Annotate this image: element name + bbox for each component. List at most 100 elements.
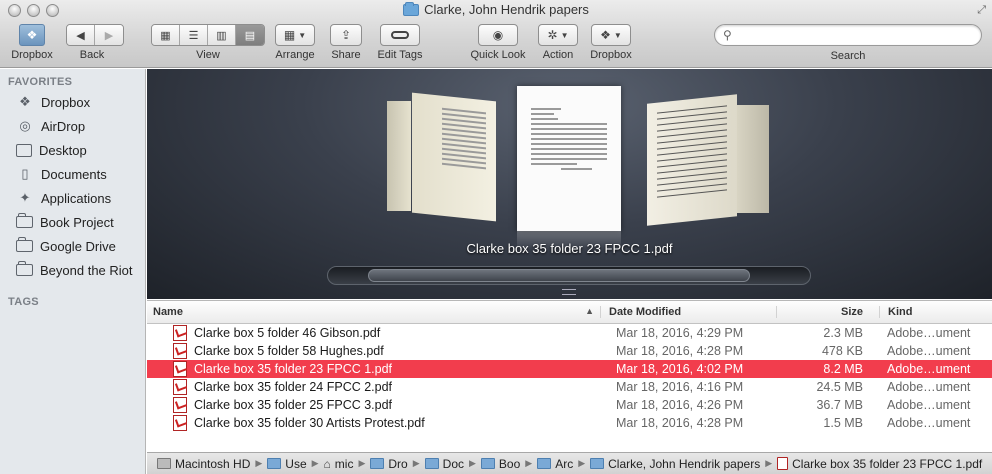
share-control: ⇪ Share	[330, 24, 362, 61]
folder-icon	[403, 1, 420, 16]
folder-icon	[590, 458, 605, 469]
list-header: Name ▲ Date Modified Size Kind	[147, 300, 992, 324]
file-date: Mar 18, 2016, 4:16 PM	[616, 380, 744, 394]
file-date: Mar 18, 2016, 4:28 PM	[616, 416, 744, 430]
sidebar-item-book-project[interactable]: Book Project	[0, 210, 145, 234]
search-icon: ⚲	[723, 28, 732, 42]
sidebar-item-desktop[interactable]: Desktop	[0, 138, 145, 162]
file-kind: Adobe…ument	[887, 398, 971, 412]
path-item-clarke-folder[interactable]: Clarke, John Hendrik papers	[590, 457, 760, 471]
sidebar-item-dropbox[interactable]: ❖ Dropbox	[0, 90, 145, 114]
coverflow-scrollbar[interactable]	[327, 266, 811, 285]
sidebar-item-google-drive[interactable]: Google Drive	[0, 234, 145, 258]
coverflow-thumbnail[interactable]	[412, 92, 496, 222]
gear-icon: ✲	[547, 28, 558, 42]
dropbox-icon: ❖	[19, 94, 31, 109]
fullscreen-icon[interactable]: ⤢	[977, 4, 986, 17]
documents-icon: ▯	[21, 166, 29, 181]
coverflow-selected-thumbnail[interactable]	[517, 86, 621, 231]
folder-icon	[480, 458, 495, 469]
file-row-selected[interactable]: Clarke box 35 folder 23 FPCC 1.pdf Mar 1…	[147, 360, 992, 378]
chevron-right-icon: ▶	[578, 458, 586, 468]
path-item-archive[interactable]: Arc	[537, 457, 573, 471]
arrange-button[interactable]: ▦ ▼	[275, 24, 315, 46]
dropbox-icon: ❖	[600, 28, 611, 42]
pdf-file-icon	[173, 325, 187, 341]
file-size: 36.7 MB	[816, 398, 863, 412]
quick-look-button[interactable]: ◉	[478, 24, 518, 46]
split-resize-handle[interactable]	[562, 289, 576, 295]
sidebar-item-label: AirDrop	[41, 118, 86, 134]
column-header-label: Name	[153, 306, 183, 318]
sidebar-item-label: Google Drive	[40, 238, 116, 254]
view-segment: ▦ ☰ ▥ ▤	[151, 24, 265, 46]
coverflow-scroll-thumb[interactable]	[368, 269, 750, 282]
sidebar-item-beyond-the-riot[interactable]: Beyond the Riot	[0, 258, 145, 282]
pdf-file-icon	[173, 397, 187, 413]
back-button[interactable]: ◀	[67, 25, 95, 45]
folder-icon	[537, 458, 552, 469]
file-size: 1.5 MB	[823, 416, 863, 430]
pdf-file-icon	[173, 415, 187, 431]
path-item-macintosh-hd[interactable]: Macintosh HD	[157, 457, 250, 471]
path-item-documents[interactable]: Doc	[424, 456, 464, 471]
file-row[interactable]: Clarke box 35 folder 25 FPCC 3.pdf Mar 1…	[147, 396, 992, 414]
share-button[interactable]: ⇪	[330, 24, 362, 46]
eye-icon: ◉	[492, 28, 504, 42]
column-header-date[interactable]: Date Modified	[600, 306, 776, 318]
window-title-text: Clarke, John Hendrik papers	[424, 2, 589, 17]
sort-ascending-icon: ▲	[585, 306, 594, 316]
sidebar-item-label: Book Project	[40, 214, 114, 230]
search-field[interactable]: ⚲	[714, 24, 982, 46]
coverflow-thumbnail[interactable]	[647, 94, 737, 226]
column-header-name[interactable]: Name ▲	[147, 306, 600, 318]
favorites-heading: FAVORITES	[8, 76, 73, 88]
coverflow-thumbnail[interactable]	[737, 105, 769, 213]
arrange-control: ▦ ▼ Arrange	[274, 24, 316, 61]
path-item-home[interactable]: ⌂ mic	[324, 457, 354, 471]
list-view-button[interactable]: ☰	[180, 25, 208, 45]
action-button[interactable]: ✲ ▼	[538, 24, 578, 46]
path-item-users[interactable]: Use	[267, 457, 307, 471]
hard-drive-icon	[157, 458, 171, 469]
path-item-dropbox[interactable]: Dro	[370, 457, 408, 471]
dropbox-menu-button[interactable]: ❖ ▼	[591, 24, 631, 46]
file-kind: Adobe…ument	[887, 362, 971, 376]
grid-icon: ▦	[283, 28, 296, 42]
file-kind: Adobe…ument	[887, 344, 971, 358]
sidebar-item-applications[interactable]: ✦ Applications	[0, 186, 145, 210]
path-item-selected-file[interactable]: Clarke box 35 folder 23 FPCC 1.pdf	[777, 457, 982, 471]
file-row[interactable]: Clarke box 5 folder 58 Hughes.pdf Mar 18…	[147, 342, 992, 360]
path-item-label: mic	[334, 456, 354, 471]
path-bar: Macintosh HD ▶ Use ▶ ⌂ mic ▶ Dro ▶ Doc ▶ …	[147, 452, 992, 474]
sidebar-item-documents[interactable]: ▯ Documents	[0, 162, 145, 186]
dropbox-toolbar-button[interactable]: ❖ Dropbox	[8, 24, 56, 61]
column-view-button[interactable]: ▥	[208, 25, 236, 45]
window-title: Clarke, John Hendrik papers	[0, 1, 992, 17]
edit-tags-button[interactable]	[380, 24, 420, 46]
column-header-size[interactable]: Size	[776, 306, 879, 318]
file-row[interactable]: Clarke box 35 folder 24 FPCC 2.pdf Mar 1…	[147, 378, 992, 396]
window-toolbar: Clarke, John Hendrik papers ⤢ ❖ Dropbox …	[0, 0, 992, 68]
file-row[interactable]: Clarke box 5 folder 46 Gibson.pdf Mar 18…	[147, 324, 992, 342]
column-header-kind[interactable]: Kind	[879, 306, 992, 318]
back-forward-segment: ◀ ▶	[66, 24, 124, 46]
forward-button[interactable]: ▶	[95, 25, 123, 45]
search-label: Search	[830, 50, 866, 62]
chevron-down-icon: ▼	[613, 30, 622, 40]
sidebar-item-airdrop[interactable]: ◎ AirDrop	[0, 114, 145, 138]
icon-view-button[interactable]: ▦	[152, 25, 180, 45]
file-row[interactable]: Clarke box 35 folder 30 Artists Protest.…	[147, 414, 992, 432]
path-item-label: Doc	[442, 456, 464, 471]
file-date: Mar 18, 2016, 4:29 PM	[616, 326, 744, 340]
coverflow-thumbnail[interactable]	[387, 101, 411, 211]
coverflow-area: Clarke box 35 folder 23 FPCC 1.pdf	[147, 69, 992, 299]
file-size: 478 KB	[821, 344, 863, 358]
arrange-label: Arrange	[275, 49, 315, 61]
coverflow-view-button[interactable]: ▤	[236, 25, 264, 45]
file-date: Mar 18, 2016, 4:02 PM	[616, 362, 744, 376]
file-name: Clarke box 35 folder 23 FPCC 1.pdf	[194, 362, 393, 376]
path-item-book[interactable]: Boo	[480, 457, 520, 471]
airdrop-icon: ◎	[19, 118, 31, 133]
edit-tags-control: Edit Tags	[376, 24, 424, 61]
